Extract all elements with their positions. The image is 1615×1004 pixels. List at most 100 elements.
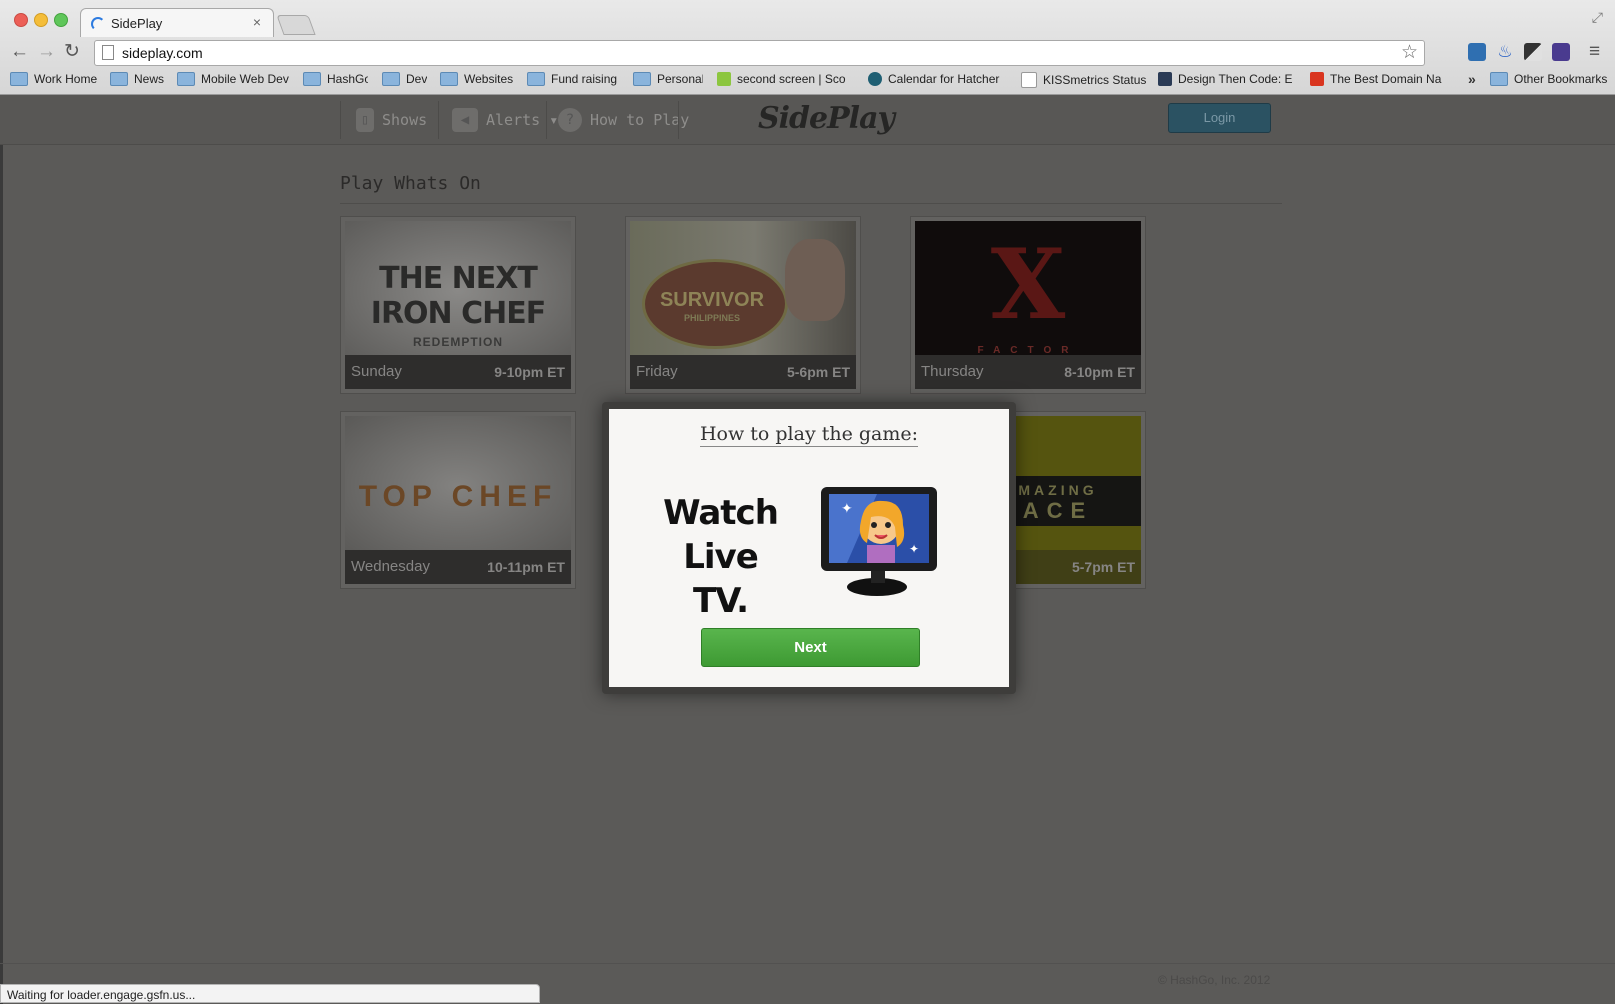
bookmark-favicon-icon — [1021, 72, 1037, 88]
login-button[interactable]: Login — [1168, 103, 1271, 133]
address-bar[interactable]: sideplay.com ☆ — [94, 40, 1425, 66]
minimize-window-button[interactable] — [34, 13, 48, 27]
new-tab-button[interactable] — [276, 15, 316, 35]
show-art-text: THE NEXT IRON CHEF — [370, 261, 546, 331]
bookmark-favicon-icon — [717, 72, 731, 86]
host-portrait — [785, 239, 845, 321]
forward-arrow-icon[interactable]: → — [37, 42, 56, 62]
bookmark-item[interactable]: Calendar for Hatcher — [868, 72, 1008, 86]
show-info-bar: Wednesday 10-11pm ET — [345, 550, 571, 584]
show-info-bar: Sunday 9-10pm ET — [345, 355, 571, 389]
nav-alerts-label: Alerts ▾ — [486, 111, 559, 129]
zoom-window-button[interactable] — [54, 13, 68, 27]
show-art-subtitle: PHILIPPINES — [683, 313, 740, 323]
tv-illustration-icon: ✦ ✦ — [821, 487, 937, 596]
bookmark-item[interactable]: Mobile Web Dev — [177, 72, 292, 86]
tab-title: SidePlay — [111, 16, 163, 31]
nav-alerts[interactable]: ◀ Alerts ▾ — [452, 103, 558, 137]
bookmark-label: KISSmetrics Status — [1043, 73, 1147, 87]
bookmark-item[interactable]: Dev — [382, 72, 427, 86]
bookmark-label: second screen | Sco — [737, 72, 846, 86]
menu-icon[interactable]: ≡ — [1589, 41, 1600, 63]
bookmark-label: HashGo — [327, 72, 368, 86]
bookmark-label: Personal — [657, 72, 703, 86]
bookmarks-bar: Work Home News Mobile Web Dev HashGo Dev… — [0, 68, 1615, 92]
folder-icon — [1490, 72, 1508, 86]
bookmark-favicon-icon — [1158, 72, 1172, 86]
bookmark-item[interactable]: Work Home — [10, 72, 98, 86]
svg-text:✦: ✦ — [909, 542, 919, 556]
show-info-bar: Friday 5-6pm ET — [630, 355, 856, 389]
show-artwork: SURVIVOR PHILIPPINES — [630, 221, 856, 361]
nav-shows[interactable]: ▯ Shows — [356, 103, 427, 137]
copyright-text: © HashGo, Inc. 2012 — [1158, 973, 1271, 987]
nav-how-to-play-label: How to Play — [590, 111, 690, 129]
nav-divider — [546, 101, 547, 139]
url-text[interactable]: sideplay.com — [122, 45, 203, 61]
help-icon: ? — [558, 108, 582, 132]
tab-close-icon[interactable]: × — [253, 14, 261, 30]
folder-icon — [177, 72, 195, 86]
bookmark-item[interactable]: HashGo — [303, 72, 368, 86]
site-navbar: ▯ Shows ◀ Alerts ▾ ? How to Play SidePla… — [0, 95, 1615, 145]
folder-icon — [440, 72, 458, 86]
show-artwork: TOP CHEF — [345, 416, 571, 556]
show-day: Sunday — [351, 363, 402, 380]
browser-tab[interactable]: SidePlay × — [80, 8, 274, 37]
nav-shows-label: Shows — [382, 111, 428, 129]
bookmark-item[interactable]: The Best Domain Na — [1310, 72, 1460, 86]
bookmark-label: Work Home — [34, 72, 98, 86]
instruction-line-2: Live TV. — [683, 537, 759, 621]
extension-icon-4[interactable] — [1552, 43, 1570, 61]
more-bookmarks-chevron-icon[interactable]: » — [1468, 71, 1476, 87]
bookmark-label: News — [134, 72, 165, 86]
bookmark-item[interactable]: News — [110, 72, 165, 86]
footer-divider — [0, 963, 1615, 964]
remote-icon: ▯ — [356, 108, 374, 132]
show-day: Thursday — [921, 363, 984, 380]
bookmark-item[interactable]: Websites — [440, 72, 515, 86]
bookmark-item[interactable]: KISSmetrics Status — [1021, 72, 1151, 88]
bookmark-label: Fund raising — [551, 72, 618, 86]
folder-icon — [527, 72, 545, 86]
bookmark-label: Design Then Code: E — [1178, 72, 1293, 86]
show-card[interactable]: X FACTOR Thursday 8-10pm ET — [910, 216, 1146, 394]
show-card[interactable]: THE NEXT IRON CHEF REDEMPTION Sunday 9-1… — [340, 216, 576, 394]
folder-icon — [303, 72, 321, 86]
bookmark-star-icon[interactable]: ☆ — [1401, 41, 1418, 64]
reload-icon[interactable]: ↻ — [64, 42, 80, 62]
bookmark-favicon-icon — [868, 72, 882, 86]
modal-body: How to play the game: Watch Live TV. ✦ ✦… — [609, 409, 1009, 687]
section-title: Play Whats On — [340, 173, 481, 194]
bookmark-item[interactable]: Fund raising — [527, 72, 622, 86]
bookmark-item[interactable]: second screen | Sco — [717, 72, 857, 86]
show-card[interactable]: TOP CHEF Wednesday 10-11pm ET — [340, 411, 576, 589]
other-bookmarks[interactable]: Other Bookmarks — [1490, 72, 1612, 86]
show-art-text: X — [990, 228, 1066, 341]
show-time: 10-11pm ET — [487, 559, 565, 575]
fullscreen-icon[interactable]: ⤢ — [1592, 9, 1603, 26]
back-arrow-icon[interactable]: ← — [10, 42, 29, 62]
show-art-subtitle: REDEMPTION — [412, 335, 503, 349]
bookmark-item[interactable]: Personal — [633, 72, 703, 86]
show-time: 9-10pm ET — [494, 364, 565, 380]
show-time: 5-6pm ET — [786, 364, 850, 380]
extension-icon-3[interactable] — [1524, 43, 1542, 61]
bookmark-item[interactable]: Design Then Code: E — [1158, 72, 1293, 86]
close-window-button[interactable] — [14, 13, 28, 27]
nav-how-to-play[interactable]: ? How to Play — [558, 103, 689, 137]
show-art-text: SURVIVOR — [659, 289, 765, 311]
folder-icon — [110, 72, 128, 86]
extension-flame-icon[interactable]: ♨ — [1496, 43, 1514, 61]
extension-icon-1[interactable] — [1468, 43, 1486, 61]
site-logo[interactable]: SidePlay — [758, 101, 895, 136]
bookmark-label: Other Bookmarks — [1514, 72, 1608, 86]
show-card[interactable]: SURVIVOR PHILIPPINES Friday 5-6pm ET — [625, 216, 861, 394]
show-artwork: THE NEXT IRON CHEF REDEMPTION — [345, 221, 571, 361]
page-icon — [102, 45, 114, 60]
show-day: Friday — [636, 363, 678, 380]
folder-icon — [382, 72, 400, 86]
bookmark-label: Websites — [464, 72, 514, 86]
next-button[interactable]: Next — [701, 628, 920, 667]
bookmark-label: Mobile Web Dev — [201, 72, 289, 86]
